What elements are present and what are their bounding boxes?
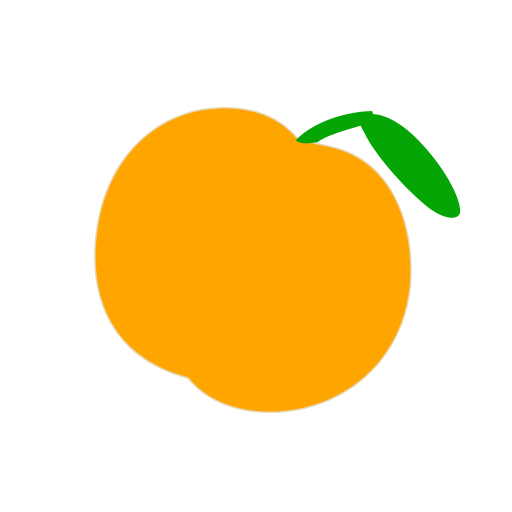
orange-illustration xyxy=(0,0,512,512)
orange-icon xyxy=(0,0,512,512)
